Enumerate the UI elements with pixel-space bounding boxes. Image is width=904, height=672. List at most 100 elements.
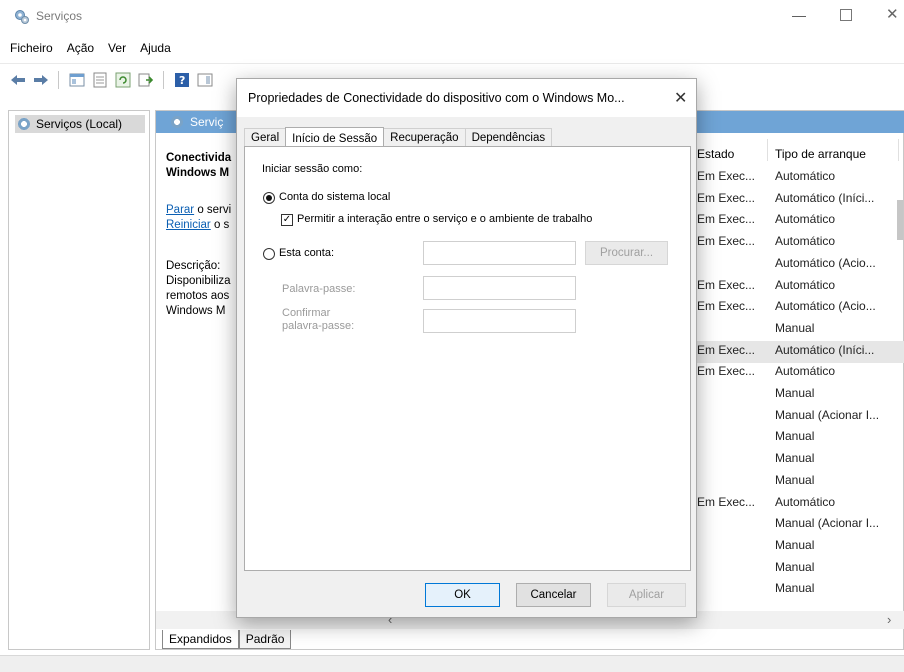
description-line: Windows M xyxy=(166,305,226,317)
row-startup-type-cell[interactable]: Manual xyxy=(775,429,814,443)
tab-standard[interactable]: Padrão xyxy=(238,630,292,649)
close-window-button[interactable]: ✕ xyxy=(886,5,904,25)
back-arrow-icon[interactable] xyxy=(8,70,27,89)
row-startup-type-cell[interactable]: Automático (Acio... xyxy=(775,299,876,313)
minimize-button[interactable]: — xyxy=(787,7,811,27)
menu-action[interactable]: Ação xyxy=(67,41,94,55)
menu-file[interactable]: Ficheiro xyxy=(10,41,53,55)
tree-item-services-local[interactable]: Serviços (Local) xyxy=(15,115,145,133)
stop-service-link[interactable]: Parar xyxy=(166,204,194,216)
export-list-icon[interactable] xyxy=(136,70,155,89)
row-startup-type-cell[interactable]: Manual xyxy=(775,538,814,552)
menu-bar: Ficheiro Ação Ver Ajuda xyxy=(0,36,904,60)
window-title: Serviços xyxy=(36,9,83,23)
row-startup-type-cell[interactable]: Automático (Acio... xyxy=(775,256,876,270)
apply-button[interactable]: Aplicar xyxy=(607,583,686,607)
forward-arrow-icon[interactable] xyxy=(31,70,50,89)
console-tree-pane: Serviços (Local) xyxy=(8,110,150,650)
description-line: Disponibiliza xyxy=(166,275,231,287)
row-startup-type-cell[interactable]: Automático (Iníci... xyxy=(775,343,874,357)
row-startup-type-cell[interactable]: Automático xyxy=(775,212,835,226)
vertical-scrollbar-thumb[interactable] xyxy=(897,200,903,240)
row-startup-type-cell[interactable]: Manual xyxy=(775,560,814,574)
row-startup-type-cell[interactable]: Manual xyxy=(775,473,814,487)
browse-button[interactable]: Procurar... xyxy=(585,241,668,265)
row-status-cell[interactable]: Em Exec... xyxy=(697,343,755,357)
row-startup-type-cell[interactable]: Automático (Iníci... xyxy=(775,191,874,205)
confirm-password-label: palavra-passe: xyxy=(282,320,355,332)
tree-item-label: Serviços (Local) xyxy=(36,117,123,131)
restart-service-link[interactable]: Reiniciar xyxy=(166,219,211,231)
status-bar xyxy=(0,655,904,672)
row-startup-type-cell[interactable]: Manual xyxy=(775,581,814,595)
row-status-cell[interactable]: Em Exec... xyxy=(697,278,755,292)
row-status-cell[interactable]: Em Exec... xyxy=(697,212,755,226)
services-header-title: Serviç xyxy=(190,115,224,129)
service-description-area: Conectivida Windows M Parar o servi Rein… xyxy=(166,151,246,319)
menu-help[interactable]: Ajuda xyxy=(140,41,171,55)
toolbar-separator xyxy=(163,70,164,89)
confirm-password-input[interactable] xyxy=(423,309,576,333)
row-startup-type-cell[interactable]: Manual xyxy=(775,321,814,335)
console-tree-icon[interactable] xyxy=(67,70,86,89)
refresh-icon[interactable] xyxy=(113,70,132,89)
column-header-status[interactable]: Estado xyxy=(697,147,734,161)
maximize-button[interactable] xyxy=(840,9,852,21)
row-startup-type-cell[interactable]: Manual (Acionar I... xyxy=(775,408,879,422)
dialog-close-button[interactable]: ✕ xyxy=(674,88,687,108)
window-titlebar: Serviços — ✕ xyxy=(0,0,904,36)
this-account-radio[interactable] xyxy=(263,248,275,260)
row-status-cell[interactable]: Em Exec... xyxy=(697,191,755,205)
dialog-titlebar: Propriedades de Conectividade do disposi… xyxy=(237,79,696,117)
tab-recovery[interactable]: Recuperação xyxy=(383,128,466,147)
description-label: Descrição: xyxy=(166,260,221,272)
gear-icon xyxy=(170,115,184,129)
this-account-label: Esta conta: xyxy=(279,247,335,259)
help-icon[interactable]: ? xyxy=(172,70,191,89)
row-status-cell[interactable]: Em Exec... xyxy=(697,495,755,509)
svg-text:?: ? xyxy=(179,74,185,87)
menu-view[interactable]: Ver xyxy=(108,41,126,55)
dialog-title: Propriedades de Conectividade do disposi… xyxy=(248,91,625,105)
password-input[interactable] xyxy=(423,276,576,300)
row-startup-type-cell[interactable]: Automático xyxy=(775,495,835,509)
local-system-label: Conta do sistema local xyxy=(279,191,391,203)
show-hide-pane-icon[interactable] xyxy=(195,70,214,89)
confirm-password-label: Confirmar xyxy=(282,307,331,319)
row-status-cell[interactable]: Em Exec... xyxy=(697,234,755,248)
column-separator[interactable] xyxy=(767,139,768,161)
row-startup-type-cell[interactable]: Automático xyxy=(775,234,835,248)
scroll-right-icon[interactable]: › xyxy=(887,612,891,627)
row-startup-type-cell[interactable]: Automático xyxy=(775,169,835,183)
interact-desktop-checkbox[interactable]: ✓ xyxy=(281,214,293,226)
column-separator[interactable] xyxy=(898,139,899,161)
row-startup-type-cell[interactable]: Manual xyxy=(775,386,814,400)
tab-extended[interactable]: Expandidos xyxy=(162,630,239,649)
row-startup-type-cell[interactable]: Manual xyxy=(775,451,814,465)
description-line: remotos aos xyxy=(166,290,230,302)
view-tabs: Expandidos Padrão xyxy=(156,629,292,649)
logon-as-label: Iniciar sessão como: xyxy=(262,163,363,175)
account-input[interactable] xyxy=(423,241,576,265)
service-name-line: Windows M xyxy=(166,167,230,179)
stop-service-text: o servi xyxy=(194,204,232,216)
row-status-cell[interactable]: Em Exec... xyxy=(697,364,755,378)
password-label: Palavra-passe: xyxy=(282,283,356,295)
column-header-startup-type[interactable]: Tipo de arranque xyxy=(775,147,866,161)
row-startup-type-cell[interactable]: Manual (Acionar I... xyxy=(775,516,879,530)
dialog-tabs: Geral Início de Sessão Recuperação Depen… xyxy=(244,123,553,148)
properties-sheet-icon[interactable] xyxy=(90,70,109,89)
row-startup-type-cell[interactable]: Automático xyxy=(775,364,835,378)
interact-desktop-label: Permitir a interação entre o serviço e o… xyxy=(297,213,593,225)
restart-service-text: o s xyxy=(210,219,230,231)
row-startup-type-cell[interactable]: Automático xyxy=(775,278,835,292)
row-status-cell[interactable]: Em Exec... xyxy=(697,169,755,183)
service-properties-dialog: Propriedades de Conectividade do disposi… xyxy=(236,78,697,618)
row-status-cell[interactable]: Em Exec... xyxy=(697,299,755,313)
local-system-radio[interactable] xyxy=(263,192,275,204)
tab-logon[interactable]: Início de Sessão xyxy=(285,127,385,148)
tab-general[interactable]: Geral xyxy=(244,128,287,147)
cancel-button[interactable]: Cancelar xyxy=(516,583,591,607)
ok-button[interactable]: OK xyxy=(425,583,500,607)
tab-dependencies[interactable]: Dependências xyxy=(464,128,553,147)
